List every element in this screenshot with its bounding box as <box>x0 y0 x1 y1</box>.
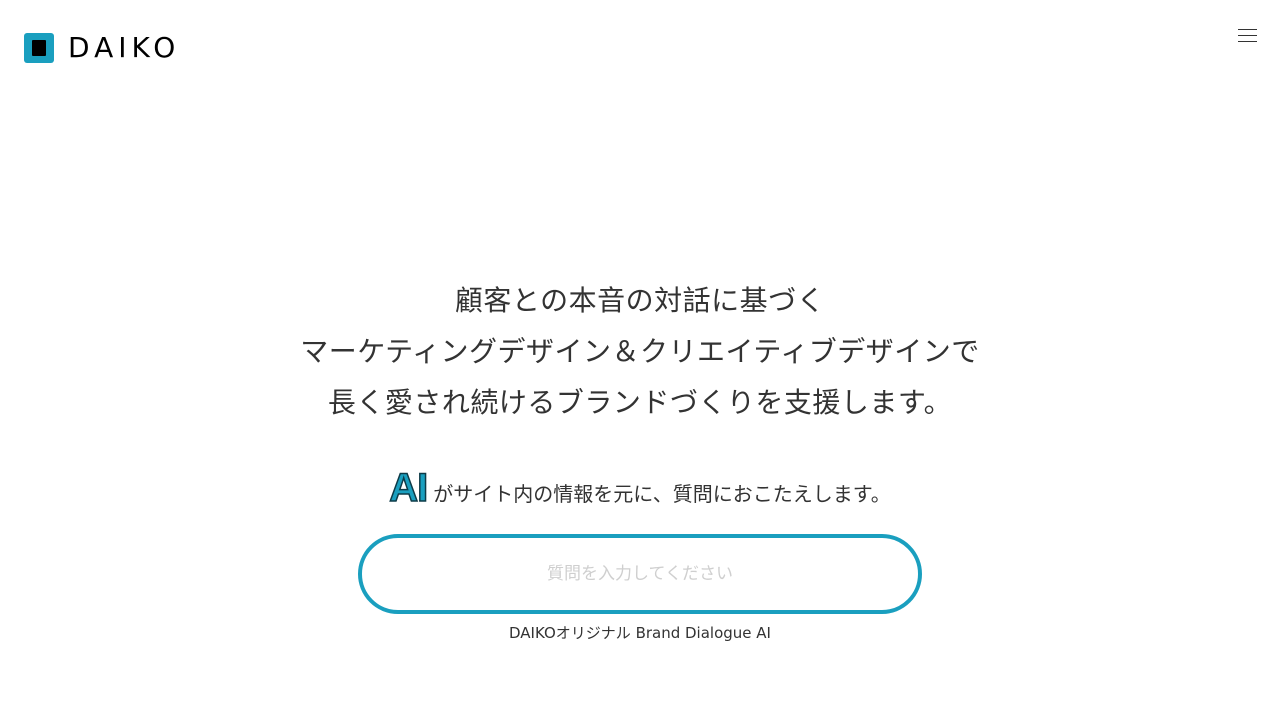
hero-message: 顧客との本音の対話に基づく マーケティングデザイン＆クリエイティブデザインで 長… <box>0 275 1280 428</box>
menu-line-icon <box>1238 35 1257 36</box>
menu-line-icon <box>1238 29 1257 30</box>
site-logo-link[interactable]: DAIKO <box>24 33 180 63</box>
logo-text: DAIKO <box>68 31 181 64</box>
hero-line: マーケティングデザイン＆クリエイティブデザインで <box>300 335 980 368</box>
daiko-logo-icon <box>24 33 54 63</box>
question-input-container <box>358 534 922 614</box>
hamburger-menu-button[interactable] <box>1238 28 1258 44</box>
ai-intro: AI がサイト内の情報を元に、質問におこたえします。 <box>0 465 1280 511</box>
ai-badge: AI <box>389 465 430 511</box>
hero-line: 顧客との本音の対話に基づく <box>454 284 826 317</box>
ai-caption: DAIKOオリジナル Brand Dialogue AI <box>509 624 771 642</box>
ai-description: がサイト内の情報を元に、質問におこたえします。 <box>433 482 891 506</box>
hero-line: 長く愛され続けるブランドづくりを支援します。 <box>327 386 953 419</box>
question-input[interactable] <box>362 538 918 610</box>
menu-line-icon <box>1238 41 1257 42</box>
